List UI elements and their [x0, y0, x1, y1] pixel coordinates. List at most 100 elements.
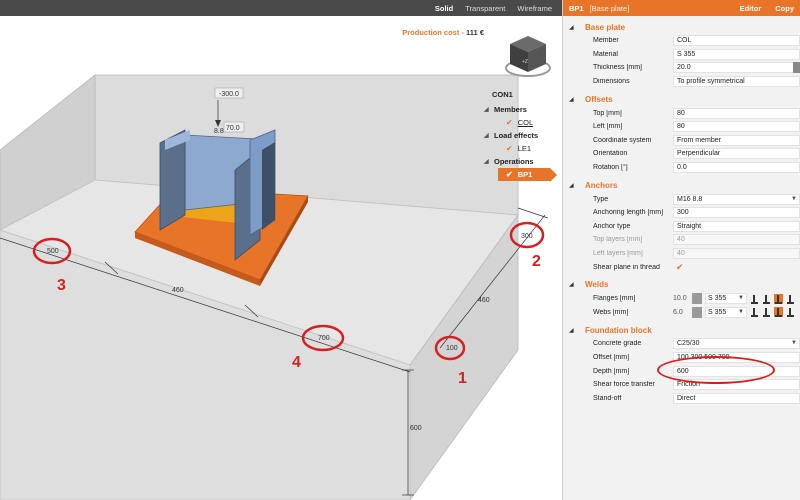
column-flange-shadow: [262, 142, 275, 230]
prop-value: 100 300 500 700: [677, 353, 730, 361]
prop-row-concrete-grade: Concrete grade C25/30 ▼: [563, 337, 800, 351]
orientation-select[interactable]: Perpendicular: [673, 148, 800, 160]
collapse-triangle-icon[interactable]: ◢: [569, 96, 585, 103]
shear-plane-checkbox[interactable]: ✔: [673, 262, 800, 273]
top-offset-input[interactable]: 80: [673, 107, 800, 119]
prop-value: S 355: [708, 308, 727, 316]
marker-3: 3: [57, 277, 66, 294]
navigation-cube[interactable]: +Z: [502, 30, 554, 82]
prop-value: 80: [677, 109, 685, 117]
view-mode-wireframe[interactable]: Wireframe: [517, 4, 552, 13]
section-foundation-block[interactable]: ◢ Foundation block: [563, 323, 800, 337]
dim-height: 600: [410, 425, 422, 432]
prop-label: Anchoring length [mm]: [593, 209, 664, 217]
collapse-triangle-icon[interactable]: ◢: [484, 106, 494, 113]
tree-item-col[interactable]: ✔ COL: [480, 116, 562, 129]
tree-item-bp1[interactable]: ✔ BP1: [498, 168, 557, 182]
prop-value: 300: [677, 209, 689, 217]
prop-label: Offset [mm]: [593, 353, 630, 361]
web-weld-material-select[interactable]: S 355 ▼: [705, 306, 747, 318]
section-welds[interactable]: ◢ Welds: [563, 278, 800, 292]
flange-weld-controls: 10.0 S 355 ▼: [673, 293, 800, 305]
weld-type-icon[interactable]: [786, 294, 795, 304]
coordinate-system-select[interactable]: From member: [673, 134, 800, 146]
weld-type-icon[interactable]: [762, 307, 771, 318]
material-select[interactable]: S 355: [673, 48, 800, 60]
concrete-grade-select[interactable]: C25/30 ▼: [673, 338, 800, 350]
editor-button[interactable]: Editor: [740, 4, 762, 13]
rotation-input[interactable]: 0.0: [673, 162, 800, 174]
section-anchors[interactable]: ◢ Anchors: [563, 178, 800, 192]
prop-row-left-layers: Left layers [mm] 40: [563, 247, 800, 261]
thickness-picker-button[interactable]: [793, 62, 800, 74]
checkbox-icon[interactable]: ✔: [506, 118, 513, 127]
model-scene[interactable]: -300.0 70.0 8.8 500 300 460 460 700 100 …: [0, 16, 562, 500]
weld-type-icon[interactable]: [762, 294, 771, 304]
chevron-down-icon[interactable]: ▼: [791, 340, 797, 346]
chevron-down-icon[interactable]: ▼: [738, 295, 744, 301]
prop-row-dimensions: Dimensions To profile symmetrical: [563, 75, 800, 89]
prop-row-left: Left [mm] 80: [563, 120, 800, 134]
weld-type-selected-icon[interactable]: [774, 307, 783, 318]
prop-value: To profile symmetrical: [677, 78, 745, 86]
foundation-offset-input[interactable]: 100 300 500 700: [673, 351, 800, 363]
weld-type-selected-icon[interactable]: [774, 293, 783, 304]
flange-weld-material-select[interactable]: S 355 ▼: [705, 293, 747, 305]
tree-item-le1[interactable]: ✔ LE1: [480, 142, 562, 155]
tree-group-load-effects[interactable]: ◢ Load effects: [480, 129, 562, 142]
tree-group-operations[interactable]: ◢ Operations: [480, 155, 562, 168]
left-layers-input: 40: [673, 248, 800, 260]
chevron-down-icon[interactable]: ▼: [791, 196, 797, 202]
anchoring-length-input[interactable]: 300: [673, 207, 800, 219]
weld-type-icon[interactable]: [786, 307, 795, 318]
collapse-triangle-icon[interactable]: ◢: [569, 281, 585, 288]
copy-button[interactable]: Copy: [775, 4, 794, 13]
section-title: Base plate: [585, 22, 626, 32]
tree-item-label: BP1: [517, 170, 533, 179]
collapse-triangle-icon[interactable]: ◢: [569, 182, 585, 189]
prop-value: S 355: [677, 50, 696, 58]
left-offset-input[interactable]: 80: [673, 121, 800, 133]
prop-label: Coordinate system: [593, 136, 652, 144]
prop-label: Webs [mm]: [593, 308, 629, 316]
collapse-triangle-icon[interactable]: ◢: [484, 132, 494, 139]
shear-force-transfer-select[interactable]: Friction: [673, 379, 800, 391]
chevron-down-icon[interactable]: ▼: [738, 309, 744, 315]
checkbox-icon[interactable]: ✔: [506, 144, 513, 153]
anchor-kind-select[interactable]: Straight: [673, 220, 800, 232]
weld-type-icon[interactable]: [750, 307, 759, 318]
prop-label: Stand-off: [593, 394, 622, 402]
flange-weld-size[interactable]: 10.0: [673, 295, 689, 302]
prop-label: Orientation: [593, 150, 628, 158]
prop-row-material: Material S 355: [563, 48, 800, 62]
3d-viewport[interactable]: Solid Transparent Wireframe Production c…: [0, 0, 562, 500]
section-title: Foundation block: [585, 325, 652, 335]
spinner-icon[interactable]: [692, 306, 702, 318]
stand-off-select[interactable]: Direct: [673, 392, 800, 404]
prop-label: Dimensions: [593, 78, 630, 86]
collapse-triangle-icon[interactable]: ◢: [569, 24, 585, 31]
member-select[interactable]: COL: [673, 35, 800, 47]
prop-value: 80: [677, 123, 685, 131]
tree-group-label: Operations: [494, 157, 534, 166]
marker-2: 2: [532, 253, 541, 270]
section-base-plate[interactable]: ◢ Base plate: [563, 20, 800, 34]
view-mode-solid[interactable]: Solid: [435, 4, 453, 13]
section-offsets[interactable]: ◢ Offsets: [563, 92, 800, 106]
tree-group-members[interactable]: ◢ Members: [480, 103, 562, 116]
thickness-input[interactable]: 20.0: [673, 62, 800, 74]
anchor-type-select[interactable]: M16 8.8 ▼: [673, 193, 800, 205]
tree-item-label: COL: [517, 118, 534, 127]
collapse-triangle-icon[interactable]: ◢: [569, 327, 585, 334]
prop-label: Type: [593, 195, 609, 203]
view-mode-transparent[interactable]: Transparent: [465, 4, 505, 13]
prop-label: Thickness [mm]: [593, 64, 643, 72]
weld-type-icon[interactable]: [750, 294, 759, 304]
collapse-triangle-icon[interactable]: ◢: [484, 158, 494, 165]
depth-input[interactable]: 600: [673, 365, 800, 377]
prop-label: Rotation [°]: [593, 164, 628, 172]
web-weld-size[interactable]: 6.0: [673, 309, 689, 316]
checkbox-icon[interactable]: ✔: [506, 170, 513, 179]
spinner-icon[interactable]: [692, 293, 702, 305]
dimensions-select[interactable]: To profile symmetrical: [673, 76, 800, 88]
